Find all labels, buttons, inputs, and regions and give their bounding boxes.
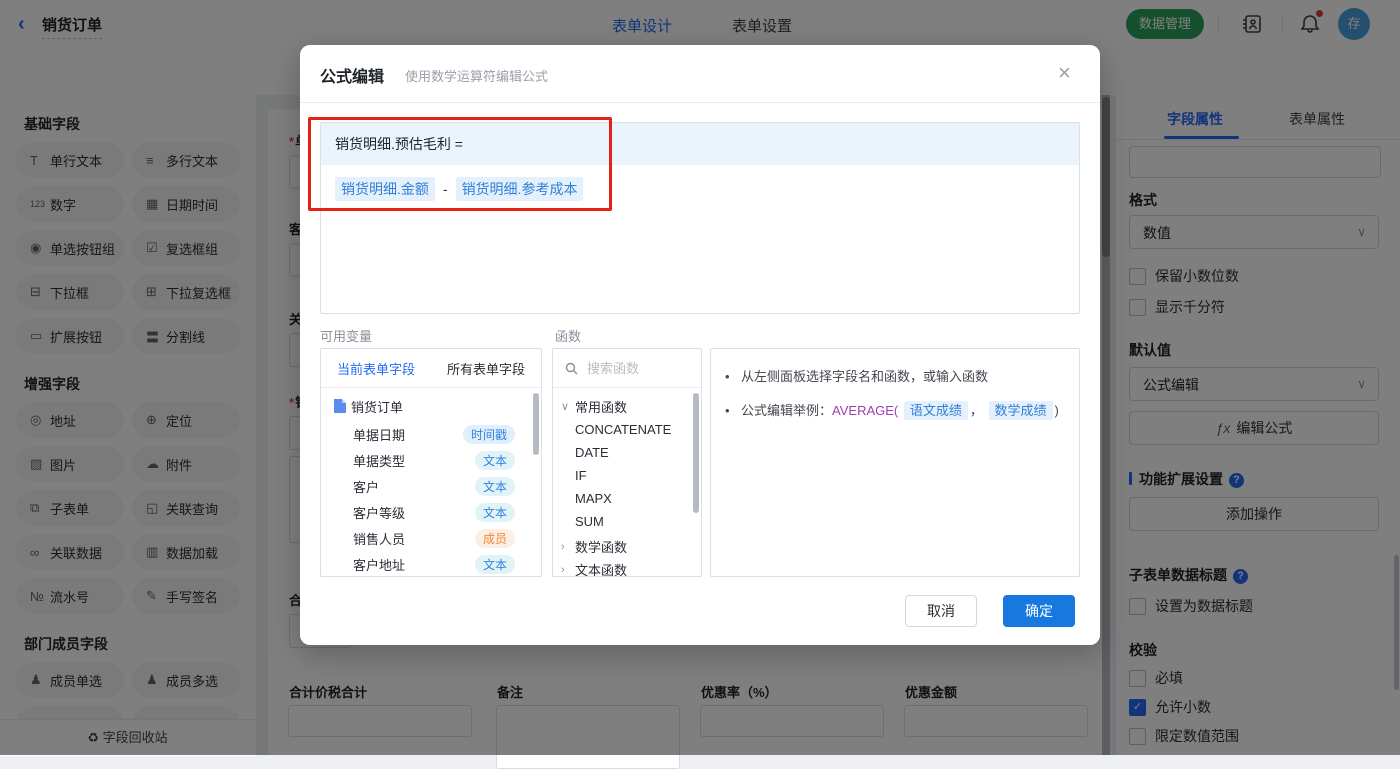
- cancel-button[interactable]: 取消: [905, 595, 977, 627]
- function-item[interactable]: DATE: [553, 441, 701, 464]
- annotation-highlight-box: [308, 117, 612, 211]
- help-line-2: • 公式编辑举例：AVERAGE( 语文成绩， 数学成绩): [725, 401, 1059, 420]
- formula-help-panel: • 从左侧面板选择字段名和函数，或输入函数 • 公式编辑举例：AVERAGE( 语…: [710, 348, 1080, 577]
- functions-scrollbar-thumb[interactable]: [693, 393, 699, 513]
- modal-title: 公式编辑: [320, 69, 385, 86]
- tab-current-form-fields[interactable]: 当前表单字段: [337, 359, 415, 378]
- variables-panel: 当前表单字段 所有表单字段 销货订单 单据日期 时间戳 单据类型 文本 客户 文本 客…: [320, 348, 542, 577]
- example-field-token: 语文成绩: [903, 401, 968, 420]
- variable-row[interactable]: 客户地址 文本: [321, 551, 541, 576]
- form-doc-icon: [333, 399, 351, 413]
- tab-all-form-fields[interactable]: 所有表单字段: [447, 359, 525, 378]
- type-badge: 文本: [474, 476, 515, 496]
- type-badge: 文本: [474, 554, 515, 574]
- function-item[interactable]: CONCATENATE: [553, 418, 701, 441]
- function-group-text[interactable]: › 文本函数: [553, 558, 701, 576]
- functions-label: 函数: [555, 329, 582, 344]
- functions-panel: ∨常用函数 CONCATENATE DATE IF MAPX SUM ›数学函数…: [552, 348, 702, 577]
- function-item[interactable]: SUM: [553, 510, 701, 533]
- confirm-button[interactable]: 确定: [1003, 595, 1075, 627]
- type-badge: 成员: [474, 528, 515, 548]
- function-item[interactable]: IF: [553, 464, 701, 487]
- function-item[interactable]: MAPX: [553, 487, 701, 510]
- variable-row[interactable]: 客户等级 文本: [321, 499, 541, 525]
- help-line-1: • 从左侧面板选择字段名和函数，或输入函数: [725, 369, 989, 384]
- search-icon: [565, 362, 578, 375]
- chevron-right-icon: ›: [561, 540, 565, 553]
- chevron-right-icon: ›: [561, 563, 565, 576]
- function-search[interactable]: [553, 349, 701, 388]
- modal-subtitle: 使用数学运算符编辑公式: [405, 69, 549, 84]
- function-name-example: AVERAGE(: [832, 403, 899, 418]
- function-group-common[interactable]: ∨ 常用函数: [553, 395, 701, 418]
- chevron-down-icon: ∨: [561, 401, 570, 413]
- variables-form-row[interactable]: 销货订单: [321, 393, 541, 419]
- variables-scrollbar-thumb[interactable]: [533, 393, 539, 455]
- type-badge: 时间戳: [462, 424, 515, 444]
- type-badge: 文本: [474, 450, 515, 470]
- search-function-input[interactable]: [585, 359, 689, 377]
- variables-label: 可用变量: [320, 329, 373, 344]
- example-field-token: 数学成绩: [988, 401, 1053, 420]
- close-icon[interactable]: ×: [1058, 61, 1071, 85]
- variable-row[interactable]: 客户 文本: [321, 473, 541, 499]
- variable-row[interactable]: 单据日期 时间戳: [321, 421, 541, 447]
- type-badge: 文本: [474, 502, 515, 522]
- variables-tabs: 当前表单字段 所有表单字段: [321, 349, 541, 388]
- variable-row[interactable]: 单据类型 文本: [321, 447, 541, 473]
- function-group-math[interactable]: › 数学函数: [553, 535, 701, 558]
- variable-row[interactable]: 销售人员 成员: [321, 525, 541, 551]
- divider: [300, 102, 1100, 103]
